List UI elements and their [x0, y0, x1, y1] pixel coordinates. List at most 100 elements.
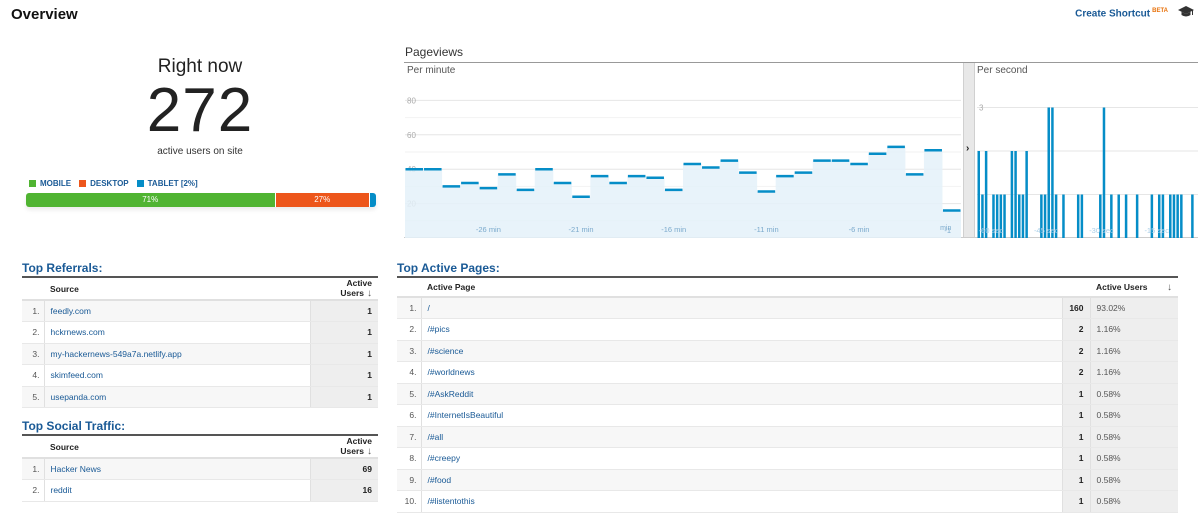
device-segment-tablet[interactable] [369, 193, 376, 207]
column-active-users[interactable]: Active Users ↓ [310, 435, 378, 459]
legend-tablet[interactable]: TABLET [2%] [136, 179, 198, 188]
table-row: 5. usepanda.com 1 [22, 386, 378, 408]
source-link[interactable]: usepanda.com [44, 386, 310, 408]
per-second-bar [1021, 194, 1025, 238]
table-row: 5./#AskReddit 1 0.58% [397, 383, 1178, 405]
per-minute-label: Per minute [407, 65, 456, 76]
column-active-page[interactable]: Active Page [421, 277, 1063, 298]
graduation-cap-icon[interactable] [1178, 5, 1194, 19]
page-link[interactable]: / [421, 297, 1063, 319]
source-link[interactable]: reddit [44, 479, 310, 502]
active-users-percent: 1.16% [1089, 361, 1178, 384]
page-link[interactable]: /#AskReddit [421, 383, 1063, 405]
table-row: 8./#creepy 1 0.58% [397, 447, 1178, 470]
per-second-bar [984, 151, 988, 238]
top-referrals-title: Top Referrals: [22, 261, 103, 275]
x-tick-label: -30 sec [1089, 226, 1114, 235]
page-link[interactable]: /#science [421, 340, 1063, 362]
table-row: 1. feedly.com 1 [22, 300, 378, 322]
column-active-users[interactable]: Active Users ↓ [310, 277, 378, 301]
tablet-swatch [136, 180, 144, 187]
page-link[interactable]: /#listentothis [421, 490, 1063, 513]
active-users-value: 1 [1062, 447, 1090, 470]
page-link[interactable]: /#all [421, 426, 1063, 448]
row-rank: 9. [397, 469, 422, 491]
column-active-users[interactable]: Active Users ↓ [1090, 277, 1178, 298]
page-link[interactable]: /#worldnews [421, 361, 1063, 384]
per-second-bar [977, 151, 980, 238]
row-rank: 5. [22, 386, 45, 408]
table-row: 7./#all 1 0.58% [397, 426, 1178, 448]
per-second-bar [1169, 194, 1172, 238]
x-tick-label: -6 min [849, 225, 870, 234]
active-users-value: 2 [1062, 361, 1090, 384]
active-users-value: 1 [1062, 383, 1090, 405]
top-active-pages-table: Active Page Active Users ↓ 1./160 93.02% 2.… [397, 276, 1178, 513]
per-second-bar [1191, 194, 1194, 238]
top-social-table: Source Active Users ↓ 1. Hacker News 69 2. re… [22, 434, 378, 502]
source-link[interactable]: skimfeed.com [44, 364, 310, 387]
row-rank: 8. [397, 447, 422, 470]
table-row: 10./#listentothis 1 0.58% [397, 490, 1178, 513]
desktop-swatch [79, 180, 87, 187]
source-link[interactable]: hckrnews.com [44, 321, 310, 344]
active-users-value: 1 [1062, 490, 1090, 513]
table-row: 1. Hacker News 69 [22, 458, 378, 480]
table-row: 2./#pics 2 1.16% [397, 318, 1178, 341]
create-shortcut-link[interactable]: Create Shortcut BETA [1075, 8, 1168, 19]
legend-mobile-label: MOBILE [40, 179, 72, 188]
legend-desktop[interactable]: DESKTOP [79, 179, 129, 188]
active-users-value: 2 [1062, 340, 1090, 362]
beta-badge: BETA [1152, 8, 1168, 14]
page-link[interactable]: /#InternetIsBeautiful [421, 404, 1063, 427]
active-users-value: 1 [1062, 426, 1090, 448]
x-tick-label: -21 min [569, 225, 594, 234]
per-second-bar [1135, 194, 1139, 238]
chart-divider[interactable]: › [963, 63, 975, 237]
per-second-bar [1117, 194, 1120, 238]
column-source[interactable]: Source [44, 435, 310, 459]
active-users-percent: 93.02% [1089, 297, 1178, 319]
page-link[interactable]: /#food [421, 469, 1063, 491]
table-row: 2. hckrnews.com 1 [22, 321, 378, 344]
create-shortcut-label: Create Shortcut [1075, 8, 1151, 20]
x-tick-label: -15 sec [1144, 226, 1169, 235]
x-tick-label: -45 sec [1034, 226, 1059, 235]
device-segment-mobile[interactable]: 71% [26, 193, 275, 207]
active-users-percent: 0.58% [1089, 490, 1178, 513]
source-link[interactable]: my-hackernews-549a7a.netlify.app [44, 343, 310, 365]
top-social-title: Top Social Traffic: [22, 419, 126, 433]
per-second-label: Per second [977, 65, 1028, 76]
active-users-count: 272 [146, 76, 254, 145]
device-segment-desktop[interactable]: 27% [274, 193, 369, 207]
chevron-right-icon[interactable]: › [966, 143, 969, 154]
active-users-value: 1 [309, 343, 378, 365]
table-row: 1./160 93.02% [397, 297, 1178, 319]
source-link[interactable]: feedly.com [44, 300, 310, 322]
page-title: Overview [11, 6, 78, 23]
legend-mobile[interactable]: MOBILE [29, 179, 71, 188]
mobile-swatch [29, 180, 36, 187]
per-second-bar [1014, 151, 1017, 238]
sort-down-icon: ↓ [367, 446, 372, 457]
row-rank: 3. [397, 340, 422, 362]
page-link[interactable]: /#creepy [421, 447, 1063, 470]
active-users-percent: 0.58% [1089, 404, 1178, 427]
row-rank: 4. [22, 364, 45, 387]
row-rank: 2. [22, 321, 45, 344]
row-rank: 1. [22, 300, 45, 322]
x-tick-label: -1 [944, 226, 951, 235]
top-active-pages-title: Top Active Pages: [397, 261, 500, 275]
active-users-percent: 1.16% [1089, 340, 1178, 362]
active-users-percent: 1.16% [1089, 318, 1178, 341]
page-link[interactable]: /#pics [421, 318, 1063, 341]
column-source[interactable]: Source [44, 277, 310, 301]
source-link[interactable]: Hacker News [44, 458, 310, 480]
per-second-bar [1124, 194, 1128, 238]
y-tick-label: 80 [407, 96, 416, 105]
active-users-value: 1 [309, 386, 378, 408]
pageviews-chart: 20406080-26 min-21 min-16 min-11 min-6 m… [404, 62, 1198, 238]
per-second-bar [1047, 107, 1050, 238]
table-row: 3./#science 2 1.16% [397, 340, 1178, 362]
sort-down-icon: ↓ [1167, 281, 1172, 293]
